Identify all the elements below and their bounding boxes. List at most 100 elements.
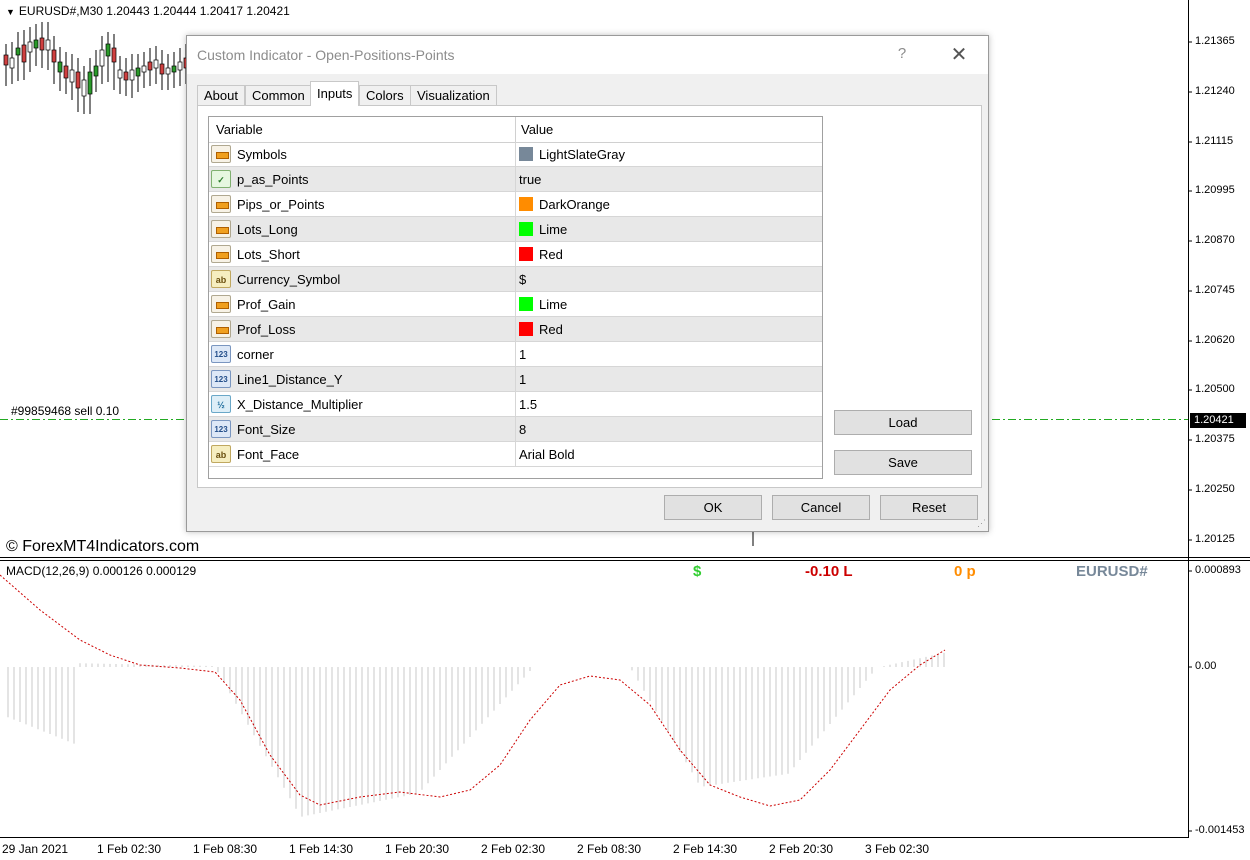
cell-separator xyxy=(515,442,516,467)
double-type-icon: ½ xyxy=(211,395,231,413)
color-type-icon xyxy=(211,245,231,263)
overlay-points: 0 p xyxy=(954,563,976,580)
candle-body xyxy=(51,49,57,63)
color-type-icon xyxy=(211,195,231,213)
dialog-titlebar[interactable]: Custom Indicator - Open-Positions-Points… xyxy=(187,36,988,74)
string-type-icon: ab xyxy=(211,270,231,288)
candle-body xyxy=(93,65,99,77)
table-row[interactable]: 123 Line1_Distance_Y 1 xyxy=(209,367,822,392)
table-row[interactable]: 123 corner 1 xyxy=(209,342,822,367)
int-type-icon: 123 xyxy=(211,345,231,363)
price-tick: 1.21115 xyxy=(1195,135,1234,147)
candle-body xyxy=(177,61,183,71)
table-row[interactable]: ½ X_Distance_Multiplier 1.5 xyxy=(209,392,822,417)
table-row[interactable]: Lots_Long Lime xyxy=(209,217,822,242)
variable-name: Pips_or_Points xyxy=(237,197,325,212)
tab-about[interactable]: About xyxy=(197,85,245,105)
ok-button[interactable]: OK xyxy=(664,495,762,520)
time-tick: 1 Feb 20:30 xyxy=(385,842,450,856)
price-tick: 1.20620 xyxy=(1195,334,1235,346)
candle-body xyxy=(159,63,165,75)
variable-value[interactable]: Red xyxy=(539,322,563,337)
cell-separator xyxy=(515,217,516,242)
cancel-button[interactable]: Cancel xyxy=(772,495,870,520)
table-row[interactable]: Pips_or_Points DarkOrange xyxy=(209,192,822,217)
variable-value[interactable]: 1 xyxy=(519,347,526,362)
variable-name: Lots_Short xyxy=(237,247,300,262)
resize-grip-icon[interactable]: ⋰ xyxy=(977,518,986,529)
tab-common[interactable]: Common xyxy=(245,85,312,105)
color-swatch[interactable] xyxy=(519,322,533,336)
table-row[interactable]: 123 Font_Size 8 xyxy=(209,417,822,442)
tab-visualization[interactable]: Visualization xyxy=(410,85,497,105)
table-row[interactable]: Lots_Short Red xyxy=(209,242,822,267)
column-header-variable[interactable]: Variable xyxy=(216,122,263,137)
price-tick: 1.20995 xyxy=(1195,184,1235,196)
inputs-grid[interactable]: Variable Value Symbols LightSlateGray ✓ p_a… xyxy=(208,116,823,479)
tab-inputs[interactable]: Inputs xyxy=(310,81,360,106)
variable-value[interactable]: Red xyxy=(539,247,563,262)
color-swatch[interactable] xyxy=(519,197,533,211)
save-button[interactable]: Save xyxy=(834,450,972,475)
time-tick: 2 Feb 02:30 xyxy=(481,842,546,856)
variable-value[interactable]: 1 xyxy=(519,372,526,387)
macd-label: MACD(12,26,9) 0.000126 0.000129 xyxy=(6,564,197,578)
help-button[interactable]: ? xyxy=(887,45,917,65)
macd-tick: -0.001453 xyxy=(1195,824,1245,836)
price-tick: 1.20870 xyxy=(1195,234,1235,246)
table-row[interactable]: Symbols LightSlateGray xyxy=(209,142,822,167)
color-type-icon xyxy=(211,320,231,338)
candle-body xyxy=(129,69,135,81)
reset-button[interactable]: Reset xyxy=(880,495,978,520)
variable-name: Font_Face xyxy=(237,447,300,462)
price-tick: 1.20125 xyxy=(1195,533,1235,545)
close-icon[interactable]: ✕ xyxy=(939,42,979,66)
candle-body xyxy=(27,41,33,53)
variable-name: Symbols xyxy=(237,147,287,162)
candle-body xyxy=(15,47,21,56)
load-button[interactable]: Load xyxy=(834,410,972,435)
caret-down-icon[interactable]: ▼ xyxy=(6,7,15,17)
candle-body xyxy=(117,69,123,79)
variable-value[interactable]: Lime xyxy=(539,222,567,237)
variable-value[interactable]: 1.5 xyxy=(519,397,537,412)
color-swatch[interactable] xyxy=(519,147,533,161)
color-type-icon xyxy=(211,220,231,238)
current-price-label: 1.20421 xyxy=(1190,413,1246,428)
variable-value[interactable]: 8 xyxy=(519,422,526,437)
candle-body xyxy=(165,67,171,75)
price-tick: 1.20375 xyxy=(1195,433,1235,445)
time-tick: 2 Feb 14:30 xyxy=(673,842,738,856)
table-row[interactable]: Prof_Gain Lime xyxy=(209,292,822,317)
variable-value[interactable]: LightSlateGray xyxy=(539,147,625,162)
candle-body xyxy=(69,69,75,83)
variable-name: Prof_Gain xyxy=(237,297,296,312)
color-swatch[interactable] xyxy=(519,297,533,311)
color-swatch[interactable] xyxy=(519,222,533,236)
variable-value[interactable]: Lime xyxy=(539,297,567,312)
color-type-icon xyxy=(211,145,231,163)
cell-separator xyxy=(515,342,516,367)
variable-value[interactable]: true xyxy=(519,172,541,187)
variable-value[interactable]: $ xyxy=(519,272,526,287)
table-row[interactable]: ab Currency_Symbol $ xyxy=(209,267,822,292)
cell-separator xyxy=(515,167,516,192)
variable-value[interactable]: DarkOrange xyxy=(539,197,610,212)
table-row[interactable]: ab Font_Face Arial Bold xyxy=(209,442,822,467)
cell-separator xyxy=(515,192,516,217)
variable-name: Prof_Loss xyxy=(237,322,296,337)
table-row[interactable]: Prof_Loss Red xyxy=(209,317,822,342)
price-tick: 1.20500 xyxy=(1195,383,1235,395)
candle-body xyxy=(171,65,177,73)
column-header-value[interactable]: Value xyxy=(521,122,553,137)
price-tick: 1.20250 xyxy=(1195,483,1235,495)
overlay-lots: -0.10 L xyxy=(805,563,853,580)
variable-name: p_as_Points xyxy=(237,172,309,187)
macd-tick: 0.00 xyxy=(1195,660,1217,672)
tab-colors[interactable]: Colors xyxy=(359,85,411,105)
variable-value[interactable]: Arial Bold xyxy=(519,447,575,462)
table-row[interactable]: ✓ p_as_Points true xyxy=(209,167,822,192)
candle-body xyxy=(3,54,9,66)
color-swatch[interactable] xyxy=(519,247,533,261)
candle-body xyxy=(105,43,111,57)
